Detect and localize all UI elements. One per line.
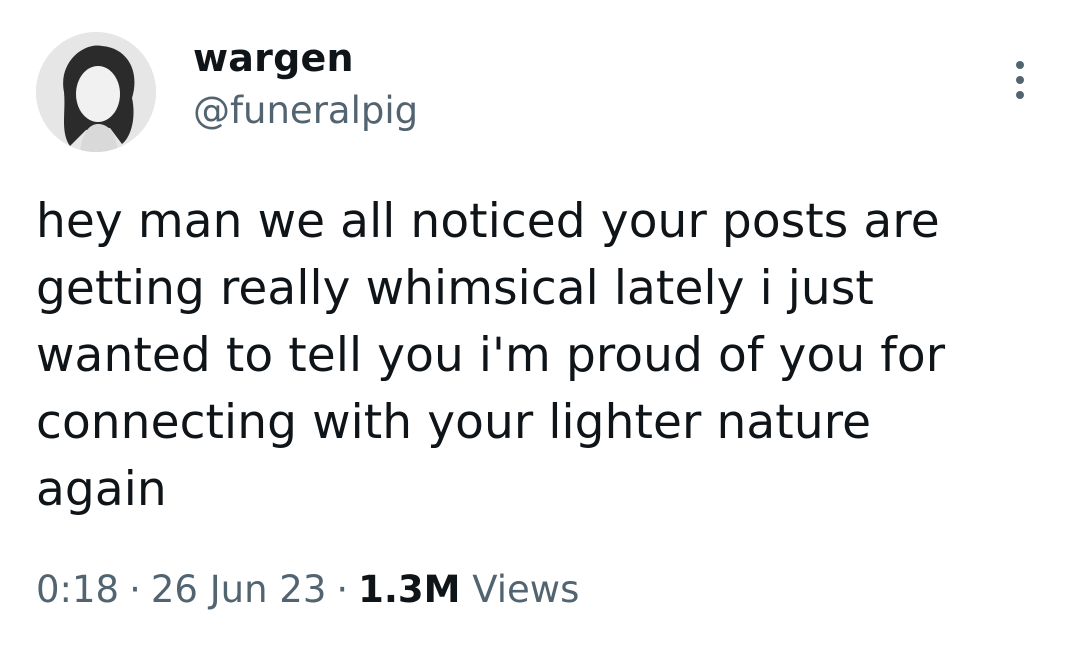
more-options-icon[interactable] — [1002, 55, 1038, 105]
avatar[interactable] — [36, 32, 156, 152]
author-handle[interactable]: @funeralpig — [193, 89, 418, 133]
tweet-date[interactable]: 26 Jun 23 — [151, 568, 327, 611]
more-dot — [1016, 76, 1024, 84]
tweet-time[interactable]: 0:18 — [36, 568, 119, 611]
tweet-meta: 0:18 · 26 Jun 23 · 1.3M Views — [36, 568, 579, 612]
more-dot — [1016, 61, 1024, 69]
more-dot — [1016, 91, 1024, 99]
meta-separator: · — [336, 568, 349, 611]
views-label[interactable]: Views — [472, 568, 579, 611]
author-display-name[interactable]: wargen — [193, 36, 354, 82]
meta-separator: · — [129, 568, 141, 611]
tweet-text: hey man we all noticed your posts are ge… — [36, 194, 946, 517]
avatar-image — [36, 32, 156, 152]
tweet-card: wargen @funeralpig hey man we all notice… — [0, 0, 1080, 646]
views-count[interactable]: 1.3M — [358, 568, 460, 611]
